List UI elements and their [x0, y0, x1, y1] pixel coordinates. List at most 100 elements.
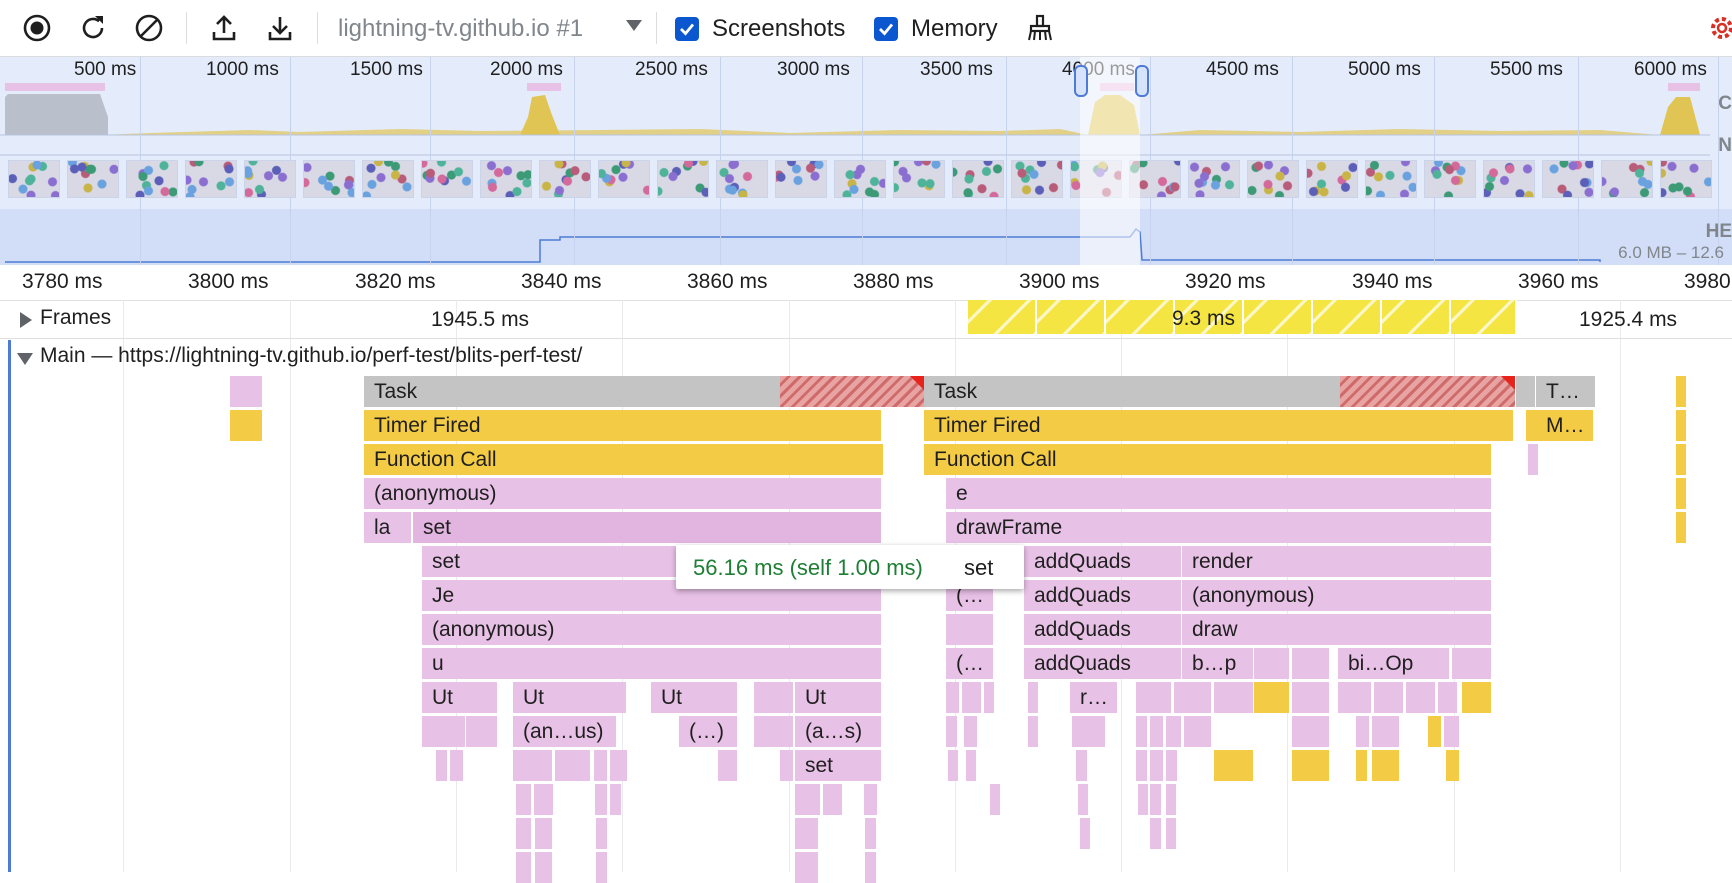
- flame-event[interactable]: b…p: [1182, 648, 1254, 679]
- frame-block[interactable]: [1037, 300, 1106, 334]
- selection-handle-right[interactable]: [1135, 65, 1149, 97]
- flame-event[interactable]: [1356, 716, 1370, 747]
- screenshots-checkbox[interactable]: [675, 17, 699, 41]
- flame-event[interactable]: Ut: [795, 682, 882, 713]
- screenshot-thumbnail[interactable]: [1247, 160, 1299, 198]
- flame-event[interactable]: [795, 818, 819, 849]
- flame-event[interactable]: [516, 818, 532, 849]
- flame-event[interactable]: (anonymous): [1182, 580, 1492, 611]
- flame-event[interactable]: [864, 784, 878, 815]
- flame-event[interactable]: [1080, 818, 1091, 849]
- flame-event[interactable]: [1150, 750, 1164, 781]
- screenshot-thumbnail[interactable]: [834, 160, 886, 198]
- flame-event[interactable]: [1138, 784, 1149, 815]
- flame-event[interactable]: [1528, 444, 1539, 475]
- time-ruler[interactable]: 3780 ms 3800 ms 3820 ms 3840 ms 3860 ms …: [0, 266, 1732, 301]
- flame-event[interactable]: [966, 750, 977, 781]
- flame-event[interactable]: [230, 410, 263, 441]
- flame-event[interactable]: r…: [1070, 682, 1118, 713]
- screenshot-thumbnail[interactable]: [1188, 160, 1240, 198]
- screenshot-thumbnail[interactable]: [775, 160, 827, 198]
- flame-event[interactable]: set: [413, 512, 882, 543]
- selection-handle-left[interactable]: [1074, 65, 1088, 97]
- collect-garbage-button[interactable]: [1022, 10, 1058, 46]
- flame-event[interactable]: [1292, 648, 1330, 679]
- flame-event[interactable]: T…: [1536, 376, 1596, 407]
- flame-event[interactable]: [962, 682, 982, 713]
- flame-event[interactable]: [823, 784, 843, 815]
- frame-duration[interactable]: 1925.4 ms: [1579, 308, 1677, 332]
- flame-event[interactable]: [534, 784, 554, 815]
- flame-event[interactable]: Timer Fired: [924, 410, 1514, 441]
- flame-event[interactable]: [610, 750, 628, 781]
- flame-event[interactable]: [1254, 682, 1290, 713]
- flame-event[interactable]: [1166, 716, 1182, 747]
- flame-event[interactable]: u: [422, 648, 882, 679]
- flame-event[interactable]: [1516, 376, 1536, 407]
- flame-event[interactable]: [1214, 682, 1254, 713]
- flame-event[interactable]: Timer Fired: [364, 410, 882, 441]
- flame-event[interactable]: Function Call: [364, 444, 884, 475]
- flame-event[interactable]: [865, 852, 877, 883]
- flame-event[interactable]: (an…us): [513, 716, 617, 747]
- screenshot-thumbnail[interactable]: [716, 160, 768, 198]
- flame-event[interactable]: [1028, 716, 1039, 747]
- frame-duration-selected[interactable]: 9.3 ms: [1172, 307, 1235, 331]
- frame-block[interactable]: [968, 300, 1037, 334]
- flame-event[interactable]: [1676, 478, 1687, 509]
- clear-button[interactable]: [131, 10, 167, 46]
- flame-event[interactable]: [946, 682, 960, 713]
- chevron-down-icon[interactable]: [626, 20, 642, 31]
- flame-event[interactable]: [230, 376, 263, 407]
- screenshot-thumbnail[interactable]: [362, 160, 414, 198]
- screenshot-thumbnail[interactable]: [1424, 160, 1476, 198]
- flame-event[interactable]: [1374, 682, 1404, 713]
- flame-event[interactable]: [1438, 682, 1458, 713]
- flame-event[interactable]: [946, 716, 958, 747]
- screenshot-thumbnail[interactable]: [952, 160, 1004, 198]
- screenshots-label[interactable]: Screenshots: [712, 15, 845, 43]
- flame-event[interactable]: [1166, 784, 1177, 815]
- flame-event[interactable]: [596, 818, 608, 849]
- flame-event[interactable]: [535, 852, 553, 883]
- flame-event[interactable]: [1150, 818, 1162, 849]
- flame-event[interactable]: [1292, 716, 1330, 747]
- flame-event[interactable]: [1174, 682, 1212, 713]
- flame-event[interactable]: draw: [1182, 614, 1492, 645]
- flame-event[interactable]: [436, 750, 448, 781]
- flame-event[interactable]: [1406, 682, 1436, 713]
- timeline-overview[interactable]: 500 ms 1000 ms 1500 ms 2000 ms 2500 ms 3…: [0, 57, 1732, 265]
- flame-event[interactable]: Function Call: [924, 444, 1492, 475]
- flame-event[interactable]: [865, 818, 877, 849]
- flame-event[interactable]: [466, 716, 498, 747]
- frame-block[interactable]: [1313, 300, 1382, 334]
- frame-block[interactable]: [1106, 300, 1175, 334]
- flame-event[interactable]: [513, 750, 553, 781]
- collapse-arrow-icon[interactable]: [17, 353, 33, 365]
- screenshot-thumbnail[interactable]: [1483, 160, 1535, 198]
- flame-event[interactable]: e: [946, 478, 1492, 509]
- flame-event[interactable]: [1184, 716, 1212, 747]
- screenshot-thumbnail[interactable]: [1011, 160, 1063, 198]
- flame-event[interactable]: [1372, 750, 1400, 781]
- screenshot-thumbnail[interactable]: [1601, 160, 1653, 198]
- flame-event[interactable]: [535, 818, 553, 849]
- flame-event[interactable]: [1166, 818, 1177, 849]
- screenshot-thumbnail[interactable]: [185, 160, 237, 198]
- flame-event[interactable]: [555, 750, 591, 781]
- screenshot-thumbnail[interactable]: [1660, 160, 1712, 198]
- flame-event[interactable]: drawFrame: [946, 512, 1492, 543]
- flame-event[interactable]: (a…s): [795, 716, 882, 747]
- flame-event[interactable]: [1676, 410, 1687, 441]
- flame-event[interactable]: [1428, 716, 1442, 747]
- overview-selection[interactable]: [1080, 57, 1140, 265]
- flame-event[interactable]: [1072, 716, 1106, 747]
- screenshot-thumbnail[interactable]: [8, 160, 60, 198]
- flame-event[interactable]: [990, 784, 1001, 815]
- reload-record-button[interactable]: [75, 10, 111, 46]
- flame-event[interactable]: [1338, 682, 1372, 713]
- frame-block[interactable]: [1451, 300, 1517, 334]
- flame-event[interactable]: [1676, 512, 1687, 543]
- screenshot-thumbnail[interactable]: [126, 160, 178, 198]
- frame-block[interactable]: [1382, 300, 1451, 334]
